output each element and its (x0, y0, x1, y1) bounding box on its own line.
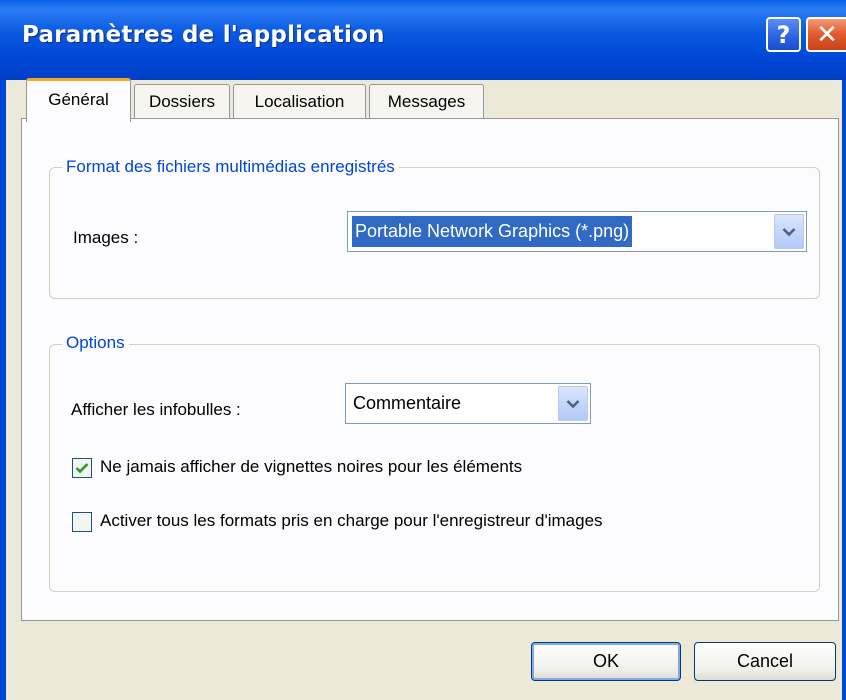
images-dropdown-button[interactable] (774, 214, 804, 249)
formats-checkbox-label[interactable]: Activer tous les formats pris en charge … (100, 511, 603, 531)
images-format-select[interactable]: Portable Network Graphics (*.png) (347, 211, 807, 252)
chevron-down-icon (566, 399, 580, 408)
thumbnails-checkbox[interactable] (72, 458, 92, 478)
tab-label: Général (48, 89, 109, 109)
tab-messages[interactable]: Messages (369, 84, 484, 118)
window-title: Paramètres de l'application (22, 22, 385, 48)
tab-panel-general: Format des fichiers multimédias enregist… (21, 118, 839, 621)
tooltips-value: Commentaire (353, 393, 462, 413)
title-bar[interactable]: Paramètres de l'application ? ✕ (0, 0, 846, 80)
help-icon: ? (776, 20, 791, 49)
tooltips-select[interactable]: Commentaire (345, 383, 591, 424)
chevron-down-icon (782, 227, 796, 236)
help-button[interactable]: ? (766, 17, 801, 52)
options-legend: Options (62, 333, 129, 353)
checkmark-icon (75, 463, 89, 474)
ok-button[interactable]: OK (531, 642, 681, 681)
tab-general[interactable]: Général (26, 78, 131, 122)
window-frame-right (842, 80, 846, 700)
tab-localisation[interactable]: Localisation (233, 84, 366, 118)
ok-button-label: OK (592, 651, 619, 671)
close-icon: ✕ (816, 19, 838, 50)
tab-dossiers[interactable]: Dossiers (134, 84, 230, 118)
thumbnails-checkbox-label[interactable]: Ne jamais afficher de vignettes noires p… (100, 457, 522, 477)
cancel-button-label: Cancel (736, 651, 794, 671)
tooltips-label: Afficher les infobulles : (71, 400, 241, 419)
tab-label: Dossiers (148, 91, 216, 111)
images-label: Images : (73, 228, 139, 247)
settings-dialog: Paramètres de l'application ? ✕ Général … (0, 0, 846, 700)
tab-label: Messages (387, 91, 466, 111)
media-format-legend: Format des fichiers multimédias enregist… (62, 157, 399, 177)
images-format-value: Portable Network Graphics (*.png) (352, 216, 633, 247)
tab-label: Localisation (254, 91, 345, 111)
tooltips-dropdown-button[interactable] (558, 386, 588, 421)
formats-checkbox[interactable] (72, 512, 92, 532)
window-frame-left (0, 80, 6, 700)
cancel-button[interactable]: Cancel (694, 642, 836, 681)
close-button[interactable]: ✕ (806, 17, 846, 52)
